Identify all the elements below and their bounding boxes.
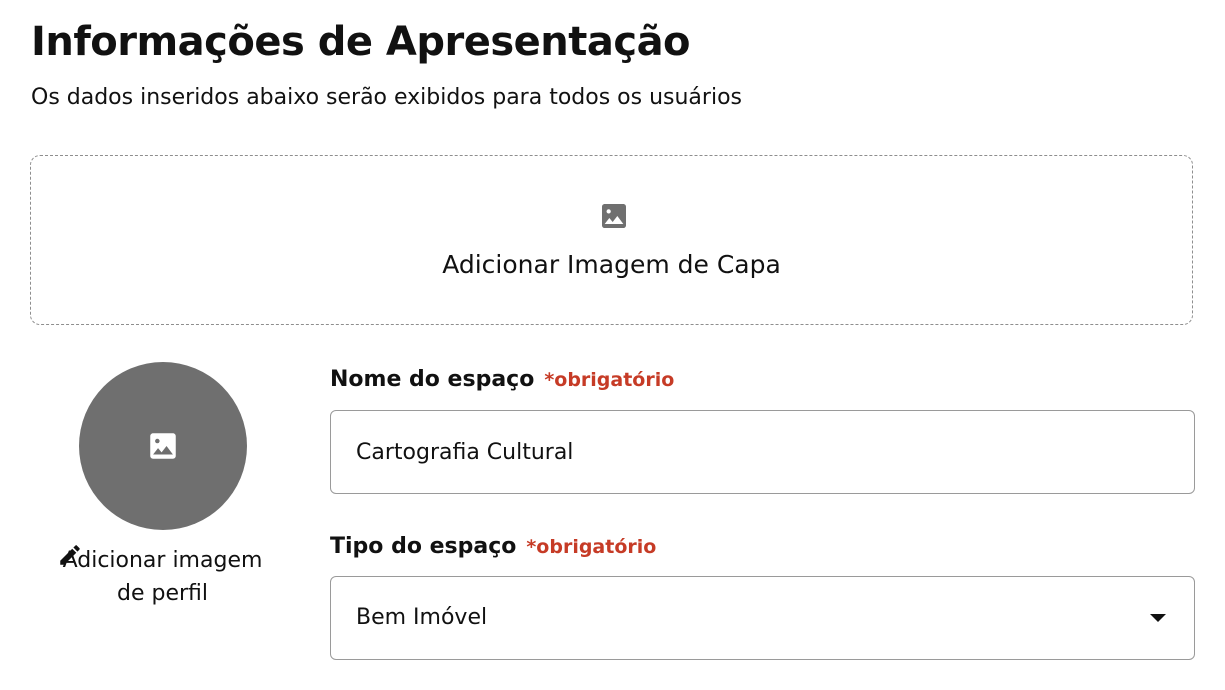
space-type-label: Tipo do espaço *obrigatório — [330, 532, 656, 562]
image-icon — [602, 204, 626, 228]
image-icon — [150, 433, 176, 459]
space-name-label-text: Nome do espaço — [330, 367, 535, 392]
caret-down-icon — [1150, 614, 1166, 622]
avatar[interactable] — [79, 362, 247, 530]
space-type-select[interactable]: Bem Imóvel — [330, 576, 1195, 660]
required-mark: *obrigatório — [544, 369, 675, 391]
space-type-selected-value: Bem Imóvel — [356, 605, 488, 630]
required-mark: *obrigatório — [526, 536, 657, 558]
space-type-label-text: Tipo do espaço — [330, 534, 517, 559]
page-title: Informações de Apresentação — [31, 19, 691, 65]
cover-image-label: Adicionar Imagem de Capa — [442, 250, 781, 279]
page-subtitle: Os dados inseridos abaixo serão exibidos… — [31, 85, 742, 110]
add-profile-image-label: Adicionar imagem de perfil — [62, 548, 263, 606]
space-name-input[interactable] — [330, 410, 1195, 494]
space-name-label: Nome do espaço *obrigatório — [330, 365, 674, 395]
add-profile-image-button[interactable]: Adicionar imagem de perfil — [50, 540, 275, 610]
cover-image-dropzone[interactable]: Adicionar Imagem de Capa — [30, 155, 1193, 325]
